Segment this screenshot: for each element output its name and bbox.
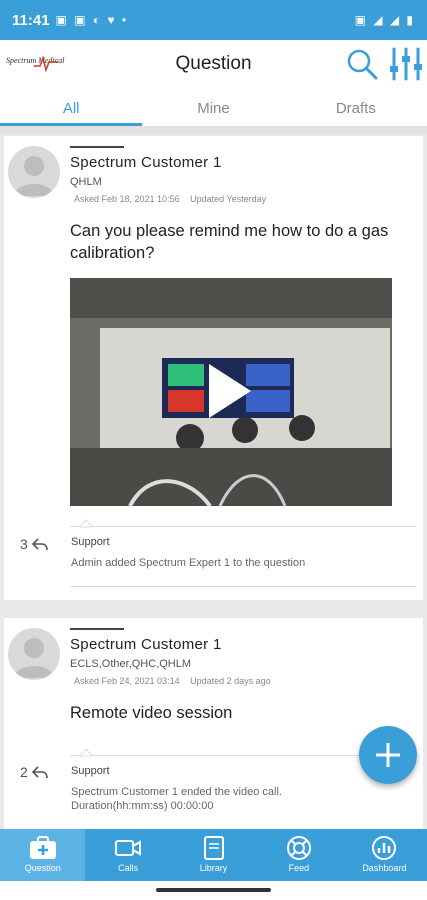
add-question-button[interactable] <box>359 726 417 784</box>
video-camera-icon <box>115 840 142 856</box>
home-indicator[interactable] <box>156 888 271 892</box>
tab-divider <box>0 126 427 134</box>
asked-date: Asked Feb 18, 2021 10:56 <box>74 194 180 204</box>
updated-date: Updated 2 days ago <box>190 676 271 686</box>
chart-icon <box>372 836 397 860</box>
nav-dashboard[interactable]: Dashboard <box>342 829 427 881</box>
nav-feed[interactable]: Feed <box>256 829 341 881</box>
question-tags: QHLM <box>70 176 102 188</box>
updated-date: Updated Yesterday <box>190 194 267 204</box>
question-meta: Asked Feb 18, 2021 10:56 Updated Yesterd… <box>74 194 266 204</box>
question-text: Remote video session <box>70 704 233 722</box>
avatar <box>8 628 60 680</box>
activity-author: Support <box>71 765 110 777</box>
question-card[interactable]: Spectrum Customer 1 QHLM Asked Feb 18, 2… <box>4 136 423 600</box>
search-icon[interactable] <box>346 48 378 80</box>
tab-bar: All Mine Drafts <box>0 88 427 126</box>
app-bar: Spectrum Medical Question <box>0 40 427 88</box>
answer-count: 2 <box>20 764 48 780</box>
nav-library[interactable]: Library <box>171 829 256 881</box>
plus-icon <box>376 743 400 767</box>
status-bar: 11:41 ▣ ▣ ◐ ♥ • ▣ ◢ ◢ ▮ <box>0 0 427 40</box>
tab-all[interactable]: All <box>0 88 143 126</box>
nav-question[interactable]: Question <box>0 829 86 881</box>
video-thumbnail[interactable] <box>70 278 392 506</box>
answer-count: 3 <box>20 536 48 552</box>
asked-date: Asked Feb 24, 2021 03:14 <box>74 676 180 686</box>
question-card[interactable]: Spectrum Customer 1 ECLS,Other,QHC,QHLM … <box>4 618 423 829</box>
status-notification-icons: ▣ ▣ ◐ ♥ • <box>55 13 129 27</box>
tab-drafts[interactable]: Drafts <box>285 88 427 126</box>
reply-icon <box>31 538 48 551</box>
activity-text: Admin added Spectrum Expert 1 to the que… <box>71 557 306 569</box>
add-question-icon <box>29 836 56 859</box>
filter-sliders-icon[interactable] <box>388 46 424 82</box>
activity-text: Spectrum Customer 1 ended the video call… <box>71 786 282 812</box>
activity-author: Support <box>71 536 110 548</box>
nav-calls[interactable]: Calls <box>85 829 170 881</box>
question-tags: ECLS,Other,QHC,QHLM <box>70 658 192 670</box>
lifebuoy-icon <box>286 836 311 860</box>
bottom-navigation: Question Calls Library Feed Dashboard <box>0 829 427 881</box>
tab-mine[interactable]: Mine <box>142 88 284 126</box>
status-time: 11:41 <box>12 11 50 29</box>
status-system-icons: ▣ ◢ ◢ ▮ <box>354 13 415 27</box>
question-meta: Asked Feb 24, 2021 03:14 Updated 2 days … <box>74 676 271 686</box>
reply-icon <box>31 766 48 779</box>
book-icon <box>203 836 224 860</box>
question-author: Spectrum Customer 1 <box>70 636 222 653</box>
question-author: Spectrum Customer 1 <box>70 154 222 171</box>
question-text: Can you please remind me how to do a gas… <box>70 222 389 262</box>
play-icon[interactable] <box>207 362 253 420</box>
avatar <box>8 146 60 198</box>
gesture-bar <box>0 881 427 900</box>
